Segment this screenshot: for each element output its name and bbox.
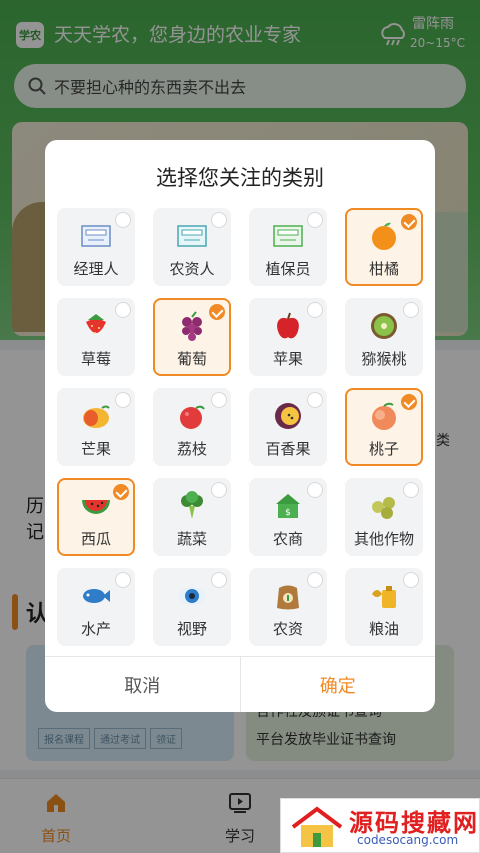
kiwi-icon: [371, 313, 397, 339]
category-option[interactable]: 粮油: [345, 568, 423, 646]
category-label: 桃子: [368, 440, 399, 458]
category-label: 荔枝: [176, 440, 207, 458]
category-option[interactable]: 水产: [57, 568, 135, 646]
confirm-button[interactable]: 确定: [241, 657, 436, 712]
unchecked-icon[interactable]: [307, 482, 323, 498]
category-option[interactable]: 桃子: [345, 388, 423, 466]
category-option[interactable]: 农资人: [153, 208, 231, 286]
dialog-title: 选择您关注的类别: [156, 166, 324, 190]
unchecked-icon[interactable]: [211, 482, 227, 498]
fertilizer-bag-icon: [277, 585, 299, 610]
category-label: 蔬菜: [176, 530, 207, 548]
house-logo-icon: [291, 806, 343, 847]
broccoli-icon: [181, 491, 203, 519]
watermelon-icon: [82, 500, 110, 514]
agri-supply-cert-icon: [177, 225, 207, 247]
dialog-footer: 取消 确定: [45, 656, 435, 712]
category-label: 芒果: [80, 440, 111, 458]
orange-icon: [372, 222, 396, 250]
category-option[interactable]: 草莓: [57, 298, 135, 376]
unchecked-icon[interactable]: [115, 392, 131, 408]
unchecked-icon[interactable]: [403, 572, 419, 588]
svg-text:$: $: [285, 508, 291, 518]
watermark: 源码搜藏网 codesocang.com: [280, 798, 480, 853]
category-option[interactable]: 猕猴桃: [345, 298, 423, 376]
peach-icon: [372, 402, 396, 430]
grain-oil-icon: [372, 586, 396, 608]
unchecked-icon[interactable]: [211, 572, 227, 588]
category-option[interactable]: 其他作物: [345, 478, 423, 556]
category-option[interactable]: 芒果: [57, 388, 135, 466]
mango-icon: [83, 405, 110, 428]
category-label: 粮油: [368, 620, 399, 638]
unchecked-icon[interactable]: [307, 212, 323, 228]
category-option[interactable]: $ 农商: [249, 478, 327, 556]
category-option[interactable]: 苹果: [249, 298, 327, 376]
category-option[interactable]: 西瓜: [57, 478, 135, 556]
apple-icon: [277, 312, 299, 339]
unchecked-icon[interactable]: [307, 392, 323, 408]
unchecked-icon[interactable]: [115, 572, 131, 588]
category-label: 葡萄: [176, 350, 207, 368]
category-label: 农资: [272, 620, 303, 638]
category-label: 苹果: [272, 350, 303, 368]
category-label: 其他作物: [353, 530, 414, 548]
eye-icon: [178, 587, 206, 605]
other-crops-icon: [372, 497, 395, 519]
checked-icon[interactable]: [113, 484, 129, 500]
category-label: 猕猴桃: [361, 350, 407, 368]
unchecked-icon[interactable]: [307, 572, 323, 588]
checked-icon[interactable]: [401, 214, 417, 230]
unchecked-icon[interactable]: [211, 392, 227, 408]
checked-icon[interactable]: [209, 304, 225, 320]
category-label: 柑橘: [368, 260, 399, 278]
strawberry-icon: [86, 314, 106, 334]
category-option[interactable]: 植保员: [249, 208, 327, 286]
category-dialog: 选择您关注的类别 经理人 农资人 植保员 柑橘草莓 葡萄 苹果 猕猴桃芒果 荔枝 百香果 桃子西瓜…: [45, 140, 435, 712]
cancel-button[interactable]: 取消: [45, 657, 241, 712]
category-label: 西瓜: [80, 530, 111, 548]
passion-fruit-icon: [275, 403, 301, 429]
category-label: 百香果: [265, 440, 311, 458]
category-label: 农商: [272, 530, 303, 548]
category-label: 视野: [176, 620, 207, 638]
unchecked-icon[interactable]: [211, 212, 227, 228]
fish-icon: [83, 589, 110, 603]
lychee-icon: [180, 405, 205, 429]
plant-protection-cert-icon: [273, 225, 303, 247]
unchecked-icon[interactable]: [115, 212, 131, 228]
category-option[interactable]: 葡萄: [153, 298, 231, 376]
category-option[interactable]: 柑橘: [345, 208, 423, 286]
manager-cert-icon: [81, 225, 111, 247]
category-option[interactable]: 蔬菜: [153, 478, 231, 556]
checked-icon[interactable]: [401, 394, 417, 410]
grape-icon: [182, 311, 202, 341]
category-label: 农资人: [169, 260, 215, 278]
category-option[interactable]: 农资: [249, 568, 327, 646]
category-option[interactable]: 荔枝: [153, 388, 231, 466]
watermark-url: codesocang.com: [357, 833, 459, 847]
unchecked-icon[interactable]: [403, 482, 419, 498]
shop-icon: $: [276, 494, 300, 518]
category-option[interactable]: 经理人: [57, 208, 135, 286]
unchecked-icon[interactable]: [115, 302, 131, 318]
category-option[interactable]: 百香果: [249, 388, 327, 466]
unchecked-icon[interactable]: [307, 302, 323, 318]
category-label: 植保员: [265, 260, 311, 278]
category-label: 经理人: [73, 260, 119, 278]
unchecked-icon[interactable]: [403, 302, 419, 318]
category-label: 草莓: [80, 350, 111, 368]
category-label: 水产: [80, 620, 111, 638]
category-option[interactable]: 视野: [153, 568, 231, 646]
